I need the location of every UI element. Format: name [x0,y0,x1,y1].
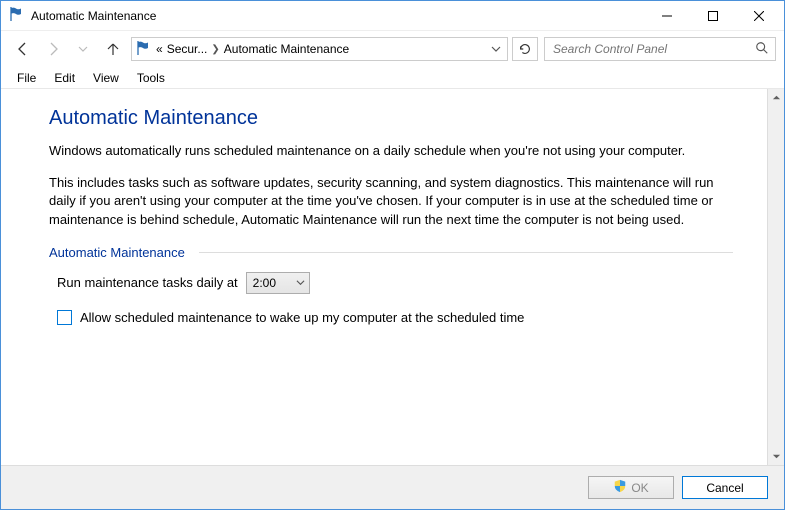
intro-paragraph-1: Windows automatically runs scheduled mai… [49,142,733,160]
chevron-right-icon[interactable]: ❯ [211,44,219,55]
menu-tools[interactable]: Tools [129,69,173,87]
back-button[interactable] [9,35,37,63]
scroll-down-button[interactable] [768,448,784,465]
menu-edit[interactable]: Edit [46,69,83,87]
menu-file[interactable]: File [9,69,44,87]
divider [199,252,733,253]
address-dropdown-button[interactable] [487,38,505,60]
close-button[interactable] [736,1,782,31]
up-button[interactable] [99,35,127,63]
footer: OK Cancel [1,465,784,509]
window-title: Automatic Maintenance [31,9,644,23]
search-box[interactable] [544,37,776,61]
search-input[interactable] [551,41,755,57]
recent-locations-button[interactable] [69,35,97,63]
titlebar: Automatic Maintenance [1,1,784,31]
refresh-button[interactable] [512,37,538,61]
minimize-button[interactable] [644,1,690,31]
menu-view[interactable]: View [85,69,127,87]
navbar: « Secur... ❯ Automatic Maintenance [1,31,784,67]
wake-checkbox[interactable] [57,310,72,325]
flag-icon [9,6,25,25]
group-label: Automatic Maintenance [49,245,733,260]
group-label-text: Automatic Maintenance [49,245,185,260]
wake-checkbox-row[interactable]: Allow scheduled maintenance to wake up m… [57,310,733,325]
breadcrumb-segment-security[interactable]: Secur... [167,42,208,56]
address-bar[interactable]: « Secur... ❯ Automatic Maintenance [131,37,508,61]
chevron-down-icon [296,276,305,290]
breadcrumb-prefix[interactable]: « [156,42,163,56]
breadcrumb: « Secur... ❯ Automatic Maintenance [156,42,483,56]
content: Automatic Maintenance Windows automatica… [1,89,767,465]
scrollbar[interactable] [767,89,784,465]
forward-button[interactable] [39,35,67,63]
scroll-up-button[interactable] [768,89,784,106]
breadcrumb-segment-maintenance[interactable]: Automatic Maintenance [224,42,349,56]
schedule-time-value: 2:00 [253,276,276,290]
schedule-label: Run maintenance tasks daily at [57,275,238,290]
cancel-button[interactable]: Cancel [682,476,768,499]
ok-button[interactable]: OK [588,476,674,499]
window-controls [644,1,782,31]
schedule-row: Run maintenance tasks daily at 2:00 [57,272,733,294]
flag-icon [136,40,152,59]
wake-checkbox-label: Allow scheduled maintenance to wake up m… [80,310,524,325]
cancel-button-label: Cancel [706,481,743,495]
content-area: Automatic Maintenance Windows automatica… [1,89,784,465]
shield-icon [613,479,627,496]
search-icon[interactable] [755,41,769,58]
schedule-time-select[interactable]: 2:00 [246,272,310,294]
page-title: Automatic Maintenance [49,107,733,130]
ok-button-label: OK [631,481,648,495]
menubar: File Edit View Tools [1,67,784,89]
maximize-button[interactable] [690,1,736,31]
intro-paragraph-2: This includes tasks such as software upd… [49,174,733,229]
